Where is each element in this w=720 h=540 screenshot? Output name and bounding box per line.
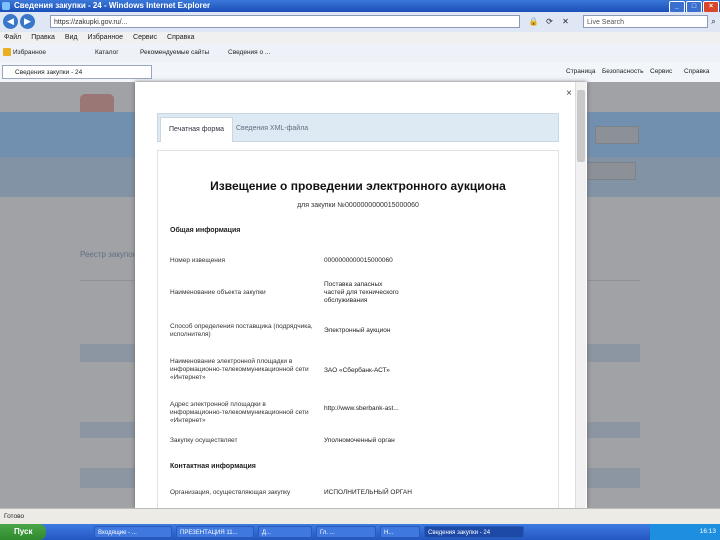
security-menu[interactable]: Безопасность — [602, 62, 643, 82]
field-label: Наименование электронной площадки в инфо… — [170, 358, 309, 381]
field-label: Способ определения поставщика (подрядчик… — [170, 323, 313, 338]
help-menu[interactable]: Справка — [684, 62, 710, 82]
taskbar-item[interactable]: Н... — [380, 526, 420, 538]
search-icon[interactable]: ⌕ — [708, 16, 719, 27]
field-value: Уполномоченный орган — [324, 437, 395, 444]
status-bar: Готово — [0, 508, 720, 525]
favorite-link[interactable]: Сведения о ... — [228, 44, 270, 62]
login-button[interactable] — [595, 126, 639, 144]
taskbar-item[interactable]: ПРЕЗЕНТАЦИЯ 11... — [176, 526, 254, 538]
browser-tab[interactable]: Сведения закупки - 24 — [2, 65, 152, 79]
menu-tools[interactable]: Сервис — [133, 32, 157, 44]
field-value: ЗАО «Сбербанк-АСТ» — [324, 367, 390, 374]
clock: 16:13 — [699, 528, 716, 535]
field-label: Закупку осуществляет — [170, 437, 238, 444]
notice-document: Извещение о проведении электронного аукц… — [157, 150, 559, 509]
favorite-link[interactable]: Рекомендуемые сайты — [140, 44, 209, 62]
field-label: Наименование объекта закупки — [170, 289, 266, 296]
favorites-bar: Избранное Каталог Рекомендуемые сайты Св… — [0, 44, 720, 63]
field-value: ИСПОЛНИТЕЛЬНЫЙ ОРГАН — [324, 489, 412, 496]
registry-title: Реестр закупок — [80, 250, 137, 259]
favorite-link[interactable]: Каталог — [95, 44, 119, 62]
window-titlebar: Сведения закупки - 24 - Windows Internet… — [0, 0, 720, 13]
field-label: Номер извещения — [170, 257, 226, 264]
search-input[interactable]: Live Search — [583, 15, 708, 28]
command-bar: Сведения закупки - 24 Страница Безопасно… — [0, 62, 720, 83]
taskbar-item[interactable]: Гл. ... — [316, 526, 376, 538]
field-value: Поставка запасных частей для техническог… — [324, 281, 399, 304]
forward-button[interactable]: ▶ — [20, 14, 35, 29]
notice-modal: × Печатная форма Сведения XML-файла Изве… — [135, 82, 587, 509]
field-value: 0000000000015000060 — [324, 257, 393, 264]
refresh-icon[interactable]: ⟳ — [544, 16, 555, 27]
stop-icon[interactable]: ✕ — [560, 16, 571, 27]
menu-help[interactable]: Справка — [167, 32, 194, 44]
taskbar: Пуск Входящие - ... ПРЕЗЕНТАЦИЯ 11... Д.… — [0, 524, 720, 540]
tab-print-form[interactable]: Печатная форма — [160, 117, 234, 142]
modal-tabs: Печатная форма Сведения XML-файла — [157, 113, 559, 142]
back-button[interactable]: ◀ — [3, 14, 18, 29]
modal-scrollbar[interactable] — [575, 82, 586, 508]
menu-favorites[interactable]: Избранное — [88, 32, 123, 44]
system-tray: 16:13 — [650, 524, 720, 540]
tab-xml-file[interactable]: Сведения XML-файла — [228, 117, 316, 141]
taskbar-item[interactable]: Д... — [258, 526, 312, 538]
doc-title: Извещение о проведении электронного аукц… — [210, 179, 506, 193]
section-heading: Контактная информация — [170, 463, 256, 470]
favorites-button[interactable]: Избранное — [3, 44, 46, 62]
menu-view[interactable]: Вид — [65, 32, 78, 44]
field-value: Электронный аукцион — [324, 327, 391, 334]
window-title: Сведения закупки - 24 - Windows Internet… — [14, 1, 211, 10]
tools-menu[interactable]: Сервис — [650, 62, 672, 82]
menu-edit[interactable]: Правка — [31, 32, 55, 44]
lock-icon[interactable]: 🔒 — [528, 16, 539, 27]
star-icon — [3, 48, 11, 57]
section-heading: Общая информация — [170, 227, 241, 234]
menu-file[interactable]: Файл — [4, 32, 21, 44]
menu-bar: Файл Правка Вид Избранное Сервис Справка — [0, 32, 720, 44]
start-button[interactable]: Пуск — [0, 524, 46, 540]
field-link[interactable]: http://www.sberbank-ast... — [324, 405, 549, 413]
taskbar-item-active[interactable]: Сведения закупки - 24 — [424, 526, 524, 538]
url-field[interactable]: https://zakupki.gov.ru/... — [50, 15, 520, 28]
field-label: Организация, осуществляющая закупку — [170, 489, 291, 496]
doc-subtitle: для закупки №0000000000015000060 — [297, 202, 419, 209]
status-text: Готово — [4, 513, 25, 520]
ie-icon — [2, 2, 10, 10]
taskbar-item[interactable]: Входящие - ... — [94, 526, 172, 538]
address-toolbar: ◀ ▶ https://zakupki.gov.ru/... 🔒 ⟳ ✕ Liv… — [0, 12, 720, 33]
scrollbar-thumb[interactable] — [577, 90, 585, 162]
page-menu[interactable]: Страница — [566, 62, 595, 82]
close-icon[interactable]: × — [566, 88, 572, 99]
field-label: Адрес электронной площадки в информацион… — [170, 401, 309, 424]
